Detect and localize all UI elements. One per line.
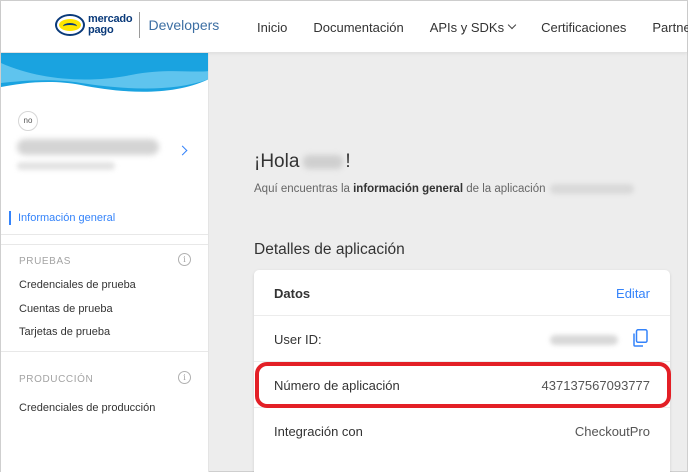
user-id-label: User ID: [274, 332, 322, 347]
nav-label: Inicio [257, 19, 288, 35]
nav-certificaciones[interactable]: Certificaciones [541, 20, 626, 35]
sidebar-item-label: Información general [18, 212, 116, 224]
integration-row: Integración con CheckoutPro [254, 408, 670, 454]
sidebar-divider [1, 351, 208, 352]
nav-apis-sdks[interactable]: APIs y SDKs [429, 19, 517, 35]
redacted-account-name [17, 139, 159, 155]
nav-documentacion[interactable]: Documentación [313, 20, 403, 35]
sidebar-divider [1, 234, 208, 235]
redacted-app-name [549, 184, 634, 194]
nav-label: APIs y SDKs [429, 19, 505, 35]
logo[interactable]: mercado pago Developers [55, 12, 219, 38]
sidebar: no Información general PRUEBAS i Credenc… [1, 53, 209, 472]
user-id-row: User ID: [254, 316, 670, 362]
handshake-logo-icon [55, 14, 85, 36]
avatar: no [18, 111, 38, 131]
integration-value: CheckoutPro [574, 424, 650, 439]
logo-product-name: Developers [148, 17, 220, 33]
copy-icon[interactable] [632, 329, 648, 347]
sidebar-item-informacion-general[interactable]: Información general [1, 205, 208, 231]
nav-label: Certificaciones [541, 19, 627, 35]
integration-label: Integración con [274, 424, 363, 439]
card-header-label: Datos [274, 286, 311, 301]
page-intro: Aquí encuentras la información general d… [254, 183, 634, 195]
chevron-down-icon [507, 20, 517, 30]
sidebar-item-credenciales-prueba[interactable]: Credenciales de prueba [19, 279, 136, 291]
redacted-user-id [550, 335, 618, 345]
info-icon[interactable]: i [178, 253, 191, 266]
redacted-user-name [303, 155, 344, 169]
section-heading-produccion: PRODUCCIÓN [19, 374, 94, 385]
redacted-account-email [17, 162, 115, 170]
nav-label: Partner [652, 19, 688, 35]
main-nav: Inicio Documentación APIs y SDKs Certifi… [257, 1, 688, 53]
nav-partner[interactable]: Partner [652, 20, 688, 35]
top-navbar: mercado pago Developers Inicio Documenta… [1, 1, 688, 53]
sidebar-item-credenciales-produccion[interactable]: Credenciales de producción [19, 402, 155, 414]
sidebar-item-cuentas-prueba[interactable]: Cuentas de prueba [19, 303, 113, 315]
chevron-right-icon [177, 145, 188, 156]
logo-wordmark: mercado pago [88, 14, 133, 36]
nav-inicio[interactable]: Inicio [257, 20, 287, 35]
section-heading-pruebas: PRUEBAS [19, 256, 71, 267]
highlight-annotation [255, 362, 671, 408]
greeting-punctuation: ! [345, 151, 351, 172]
page-greeting: ¡Hola ! [254, 151, 351, 173]
section-title: Detalles de aplicación [254, 241, 405, 258]
main-content: ¡Hola ! Aquí encuentras la información g… [210, 53, 688, 472]
sidebar-item-tarjetas-prueba[interactable]: Tarjetas de prueba [19, 326, 110, 338]
greeting-text: ¡Hola [254, 151, 300, 172]
logo-line-2: pago [88, 24, 114, 36]
card-header-row: Datos Editar [254, 270, 670, 316]
edit-button[interactable]: Editar [616, 286, 650, 301]
sidebar-wave-banner [1, 53, 208, 92]
nav-label: Documentación [313, 19, 404, 35]
active-indicator [9, 211, 11, 225]
intro-text-end: de la aplicación [466, 183, 546, 195]
logo-divider [139, 12, 141, 38]
intro-bold-text: información general [353, 183, 464, 195]
info-icon[interactable]: i [178, 371, 191, 384]
intro-text: Aquí encuentras la [254, 183, 350, 195]
